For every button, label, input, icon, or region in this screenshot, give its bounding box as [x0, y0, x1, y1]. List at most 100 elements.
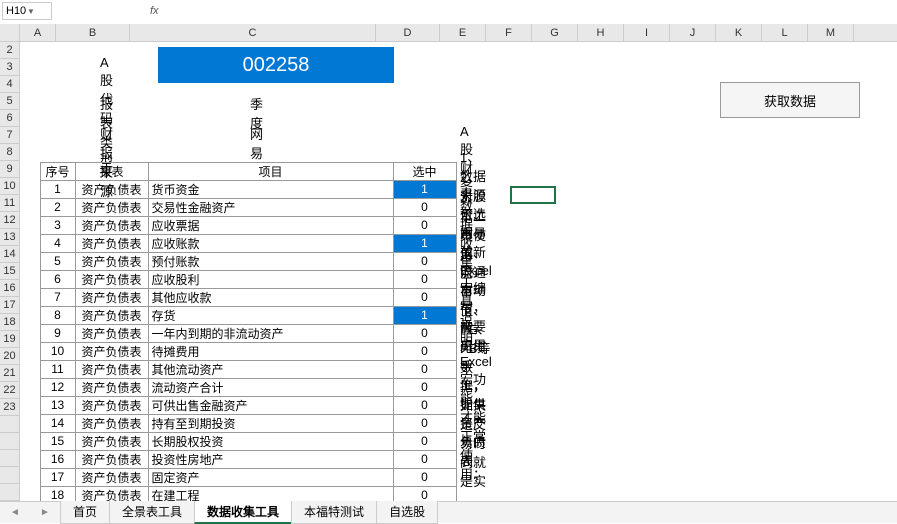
sheet-tab[interactable]: 本福特测试	[291, 501, 377, 524]
table-row[interactable]: 16资产负债表投资性房地产0	[40, 450, 456, 468]
selected-cell[interactable]: 0	[393, 252, 457, 271]
selected-cell[interactable]: 0	[393, 378, 457, 397]
selected-cell[interactable]: 0	[393, 270, 457, 289]
row-header[interactable]: 12	[0, 212, 20, 229]
row-header[interactable]: 21	[0, 365, 20, 382]
selected-cell[interactable]: 0	[393, 396, 457, 415]
table-row[interactable]: 10资产负债表待摊费用0	[40, 342, 456, 360]
selected-cell[interactable]: 1	[393, 234, 457, 253]
table-cell: 持有至到期投资	[148, 414, 394, 433]
table-cell: 一年内到期的非流动资产	[148, 324, 394, 343]
row-header[interactable]: 5	[0, 93, 20, 110]
table-row[interactable]: 6资产负债表应收股利0	[40, 270, 456, 288]
tab-nav-next-icon[interactable]: ►	[40, 507, 50, 518]
table-row[interactable]: 14资产负债表持有至到期投资0	[40, 414, 456, 432]
row-header[interactable]: 17	[0, 297, 20, 314]
table-row[interactable]: 8资产负债表存货1	[40, 306, 456, 324]
selected-cell[interactable]: 0	[393, 360, 457, 379]
row-header[interactable]: 15	[0, 263, 20, 280]
row-header[interactable]: 4	[0, 76, 20, 93]
chevron-down-icon[interactable]: ▼	[27, 7, 48, 16]
table-row[interactable]: 4资产负债表应收账款1	[40, 234, 456, 252]
column-header[interactable]: L	[762, 24, 808, 41]
row-header[interactable]: 14	[0, 246, 20, 263]
source-value[interactable]: 网易	[250, 124, 263, 162]
column-header[interactable]: B	[56, 24, 130, 41]
selected-cell[interactable]: 0	[393, 216, 457, 235]
name-box-value: H10	[6, 5, 27, 17]
column-header[interactable]: D	[376, 24, 440, 41]
row-header[interactable]	[0, 433, 20, 450]
row-header[interactable]: 16	[0, 280, 20, 297]
name-box[interactable]: H10 ▼	[2, 2, 52, 20]
row-header[interactable]: 19	[0, 331, 20, 348]
row-header[interactable]: 2	[0, 42, 20, 59]
row-header[interactable]: 20	[0, 348, 20, 365]
selected-cell[interactable]: 0	[393, 198, 457, 217]
table-row[interactable]: 13资产负债表可供出售金融资产0	[40, 396, 456, 414]
row-header[interactable]	[0, 450, 20, 467]
sheet-tab[interactable]: 首页	[60, 501, 110, 524]
table-cell: 资产负债表	[75, 396, 149, 415]
selected-cell[interactable]: 0	[393, 468, 457, 487]
row-header[interactable]: 11	[0, 195, 20, 212]
table-row[interactable]: 2资产负债表交易性金融资产0	[40, 198, 456, 216]
table-cell: 流动资产合计	[148, 378, 394, 397]
selected-cell[interactable]: 0	[393, 450, 457, 469]
table-header: 序号	[40, 162, 76, 181]
select-all-corner[interactable]	[0, 24, 20, 41]
column-header[interactable]: H	[578, 24, 624, 41]
sheet-tab[interactable]: 自选股	[376, 501, 438, 524]
column-header[interactable]: E	[440, 24, 486, 41]
row-header[interactable]	[0, 467, 20, 484]
table-cell: 16	[40, 450, 76, 469]
selected-cell[interactable]: 0	[393, 432, 457, 451]
row-header[interactable]	[0, 484, 20, 501]
row-header[interactable]: 9	[0, 161, 20, 178]
row-header[interactable]: 7	[0, 127, 20, 144]
fx-icon[interactable]: fx	[150, 5, 159, 17]
table-row[interactable]: 7资产负债表其他应收款0	[40, 288, 456, 306]
fetch-data-button[interactable]: 获取数据	[720, 82, 860, 118]
column-header[interactable]: J	[670, 24, 716, 41]
sheet-tab[interactable]: 数据收集工具	[194, 501, 292, 524]
selected-cell[interactable]: 0	[393, 414, 457, 433]
column-header[interactable]: M	[808, 24, 854, 41]
table-row[interactable]: 5资产负债表预付账款0	[40, 252, 456, 270]
selected-cell[interactable]: 0	[393, 342, 457, 361]
row-header[interactable]: 3	[0, 59, 20, 76]
column-header[interactable]: F	[486, 24, 532, 41]
formula-bar[interactable]: fx	[150, 2, 897, 20]
table-row[interactable]: 15资产负债表长期股权投资0	[40, 432, 456, 450]
tab-nav-first-icon[interactable]: ◄	[10, 507, 20, 518]
table-row[interactable]: 3资产负债表应收票据0	[40, 216, 456, 234]
table-row[interactable]: 9资产负债表一年内到期的非流动资产0	[40, 324, 456, 342]
table-row[interactable]: 18资产负债表在建工程0	[40, 486, 456, 501]
row-header[interactable]: 22	[0, 382, 20, 399]
selected-cell[interactable]: 0	[393, 486, 457, 502]
table-row[interactable]: 12资产负债表流动资产合计0	[40, 378, 456, 396]
selected-cell[interactable]: 0	[393, 324, 457, 343]
table-row[interactable]: 1资产负债表货币资金1	[40, 180, 456, 198]
table-cell: 资产负债表	[75, 450, 149, 469]
column-header[interactable]: I	[624, 24, 670, 41]
row-header[interactable]: 6	[0, 110, 20, 127]
row-header[interactable]: 18	[0, 314, 20, 331]
column-header[interactable]: C	[130, 24, 376, 41]
table-row[interactable]: 11资产负债表其他流动资产0	[40, 360, 456, 378]
row-header[interactable]: 8	[0, 144, 20, 161]
row-header[interactable]: 23	[0, 399, 20, 416]
selected-cell[interactable]: 1	[393, 180, 457, 199]
stock-code-cell[interactable]: 002258	[158, 47, 394, 83]
table-cell: 资产负债表	[75, 270, 149, 289]
column-header[interactable]: G	[532, 24, 578, 41]
row-header[interactable]	[0, 416, 20, 433]
selected-cell[interactable]: 1	[393, 306, 457, 325]
row-header[interactable]: 13	[0, 229, 20, 246]
column-header[interactable]: K	[716, 24, 762, 41]
table-row[interactable]: 17资产负债表固定资产0	[40, 468, 456, 486]
selected-cell[interactable]: 0	[393, 288, 457, 307]
row-header[interactable]: 10	[0, 178, 20, 195]
sheet-tab[interactable]: 全景表工具	[109, 501, 195, 524]
column-header[interactable]: A	[20, 24, 56, 41]
